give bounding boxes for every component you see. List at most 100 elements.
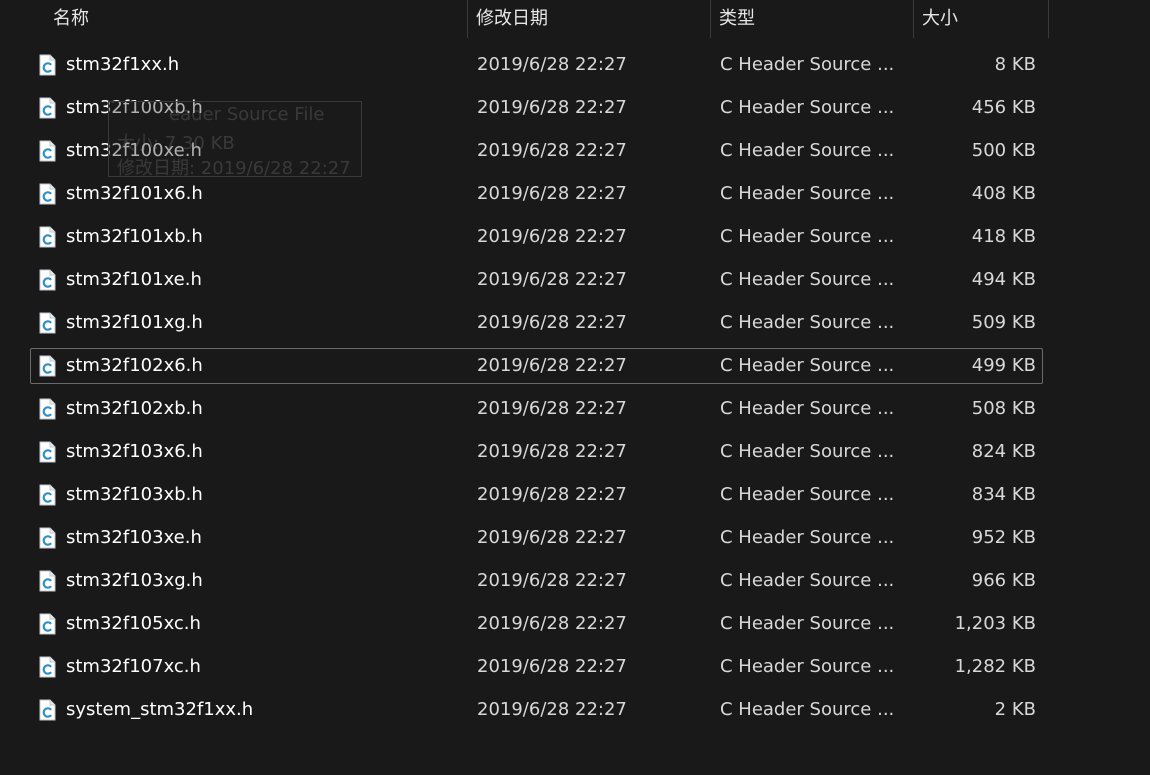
- file-name: stm32f102xb.h: [66, 398, 203, 419]
- c-header-file-icon: [39, 312, 56, 334]
- file-type: C Header Source ...: [720, 312, 895, 333]
- c-header-file-icon: [39, 54, 56, 76]
- file-row[interactable]: stm32f100xe.h 2019/6/28 22:27 C Header Sou…: [30, 133, 1043, 169]
- c-header-file-icon: [39, 97, 56, 119]
- file-row[interactable]: stm32f103xb.h 2019/6/28 22:27 C Header Sou…: [30, 477, 1043, 513]
- column-header-size-label: 大小: [922, 8, 958, 29]
- file-modified-date: 2019/6/28 22:27: [477, 398, 627, 419]
- file-size: 8 KB: [994, 54, 1036, 75]
- file-size: 508 KB: [971, 398, 1036, 419]
- file-name: stm32f103xg.h: [66, 570, 203, 591]
- file-name: stm32f101xb.h: [66, 226, 203, 247]
- file-name: stm32f103x6.h: [66, 441, 203, 462]
- c-header-file-icon: [39, 699, 56, 721]
- file-size: 509 KB: [971, 312, 1036, 333]
- file-size: 418 KB: [971, 226, 1036, 247]
- column-header-size[interactable]: 大小: [913, 0, 1048, 40]
- file-name: stm32f101x6.h: [66, 183, 203, 204]
- file-size: 2 KB: [994, 699, 1036, 720]
- file-row[interactable]: stm32f103xg.h 2019/6/28 22:27 C Header Sou…: [30, 563, 1043, 599]
- file-row[interactable]: stm32f101xg.h 2019/6/28 22:27 C Header Sou…: [30, 305, 1043, 341]
- file-row[interactable]: stm32f101xe.h 2019/6/28 22:27 C Header Sou…: [30, 262, 1043, 298]
- file-modified-date: 2019/6/28 22:27: [477, 699, 627, 720]
- file-name: stm32f103xb.h: [66, 484, 203, 505]
- file-row[interactable]: stm32f102x6.h 2019/6/28 22:27 C Header Sou…: [30, 348, 1043, 384]
- column-header-date[interactable]: 修改日期: [467, 0, 710, 40]
- c-header-file-icon: [39, 183, 56, 205]
- file-size: 456 KB: [971, 97, 1036, 118]
- column-header-type-label: 类型: [719, 8, 755, 29]
- c-header-file-icon: [39, 398, 56, 420]
- file-modified-date: 2019/6/28 22:27: [477, 140, 627, 161]
- file-row[interactable]: stm32f105xc.h 2019/6/28 22:27 C Header Sou…: [30, 606, 1043, 642]
- file-type: C Header Source ...: [720, 570, 895, 591]
- file-modified-date: 2019/6/28 22:27: [477, 97, 627, 118]
- file-type: C Header Source ...: [720, 140, 895, 161]
- file-type: C Header Source ...: [720, 656, 895, 677]
- file-modified-date: 2019/6/28 22:27: [477, 527, 627, 548]
- file-name: stm32f102x6.h: [66, 355, 203, 376]
- file-type: C Header Source ...: [720, 699, 895, 720]
- file-row[interactable]: stm32f107xc.h 2019/6/28 22:27 C Header Sou…: [30, 649, 1043, 685]
- file-modified-date: 2019/6/28 22:27: [477, 226, 627, 247]
- file-name: stm32f101xe.h: [66, 269, 202, 290]
- file-row[interactable]: stm32f1xx.h 2019/6/28 22:27 C Header Sourc…: [30, 47, 1043, 83]
- file-size: 952 KB: [971, 527, 1036, 548]
- file-size: 966 KB: [971, 570, 1036, 591]
- file-row[interactable]: stm32f101xb.h 2019/6/28 22:27 C Header Sou…: [30, 219, 1043, 255]
- file-row[interactable]: stm32f103xe.h 2019/6/28 22:27 C Header Sou…: [30, 520, 1043, 556]
- c-header-file-icon: [39, 570, 56, 592]
- file-type: C Header Source ...: [720, 54, 895, 75]
- file-row[interactable]: stm32f100xb.h 2019/6/28 22:27 C Header Sou…: [30, 90, 1043, 126]
- file-modified-date: 2019/6/28 22:27: [477, 441, 627, 462]
- file-size: 499 KB: [971, 355, 1036, 376]
- column-header-name-label: 名称: [53, 8, 89, 29]
- file-explorer-window: 名称 ˄ 修改日期 类型 大小 stm32f1xx.h 2019/6/28 22:…: [0, 0, 1150, 775]
- c-header-file-icon: [39, 441, 56, 463]
- file-modified-date: 2019/6/28 22:27: [477, 355, 627, 376]
- column-header-type[interactable]: 类型: [710, 0, 913, 40]
- file-type: C Header Source ...: [720, 484, 895, 505]
- c-header-file-icon: [39, 613, 56, 635]
- c-header-file-icon: [39, 656, 56, 678]
- file-size: 494 KB: [971, 269, 1036, 290]
- file-name: stm32f107xc.h: [66, 656, 201, 677]
- file-type: C Header Source ...: [720, 183, 895, 204]
- file-name: stm32f103xe.h: [66, 527, 202, 548]
- file-size: 1,282 KB: [954, 656, 1036, 677]
- file-name: stm32f100xb.h: [66, 97, 203, 118]
- file-row[interactable]: stm32f101x6.h 2019/6/28 22:27 C Header Sou…: [30, 176, 1043, 212]
- file-modified-date: 2019/6/28 22:27: [477, 656, 627, 677]
- column-header-date-label: 修改日期: [476, 8, 548, 29]
- file-name: stm32f1xx.h: [66, 54, 180, 75]
- file-name: stm32f101xg.h: [66, 312, 203, 333]
- file-type: C Header Source ...: [720, 226, 895, 247]
- file-size: 824 KB: [971, 441, 1036, 462]
- file-modified-date: 2019/6/28 22:27: [477, 613, 627, 634]
- file-modified-date: 2019/6/28 22:27: [477, 312, 627, 333]
- file-modified-date: 2019/6/28 22:27: [477, 54, 627, 75]
- file-type: C Header Source ...: [720, 613, 895, 634]
- c-header-file-icon: [39, 484, 56, 506]
- column-header-bar: 名称 ˄ 修改日期 类型 大小: [0, 0, 1150, 40]
- file-row[interactable]: stm32f102xb.h 2019/6/28 22:27 C Header Sou…: [30, 391, 1043, 427]
- file-name: stm32f100xe.h: [66, 140, 202, 161]
- file-row[interactable]: system_stm32f1xx.h 2019/6/28 22:27 C Heade…: [30, 692, 1043, 728]
- file-modified-date: 2019/6/28 22:27: [477, 570, 627, 591]
- c-header-file-icon: [39, 527, 56, 549]
- file-type: C Header Source ...: [720, 355, 895, 376]
- file-size: 408 KB: [971, 183, 1036, 204]
- c-header-file-icon: [39, 226, 56, 248]
- file-modified-date: 2019/6/28 22:27: [477, 183, 627, 204]
- file-name: system_stm32f1xx.h: [66, 699, 254, 720]
- file-type: C Header Source ...: [720, 441, 895, 462]
- file-modified-date: 2019/6/28 22:27: [477, 484, 627, 505]
- c-header-file-icon: [39, 140, 56, 162]
- file-type: C Header Source ...: [720, 527, 895, 548]
- file-size: 1,203 KB: [954, 613, 1036, 634]
- file-type: C Header Source ...: [720, 398, 895, 419]
- file-name: stm32f105xc.h: [66, 613, 201, 634]
- file-row[interactable]: stm32f103x6.h 2019/6/28 22:27 C Header Sou…: [30, 434, 1043, 470]
- column-divider[interactable]: [1048, 0, 1049, 38]
- file-type: C Header Source ...: [720, 269, 895, 290]
